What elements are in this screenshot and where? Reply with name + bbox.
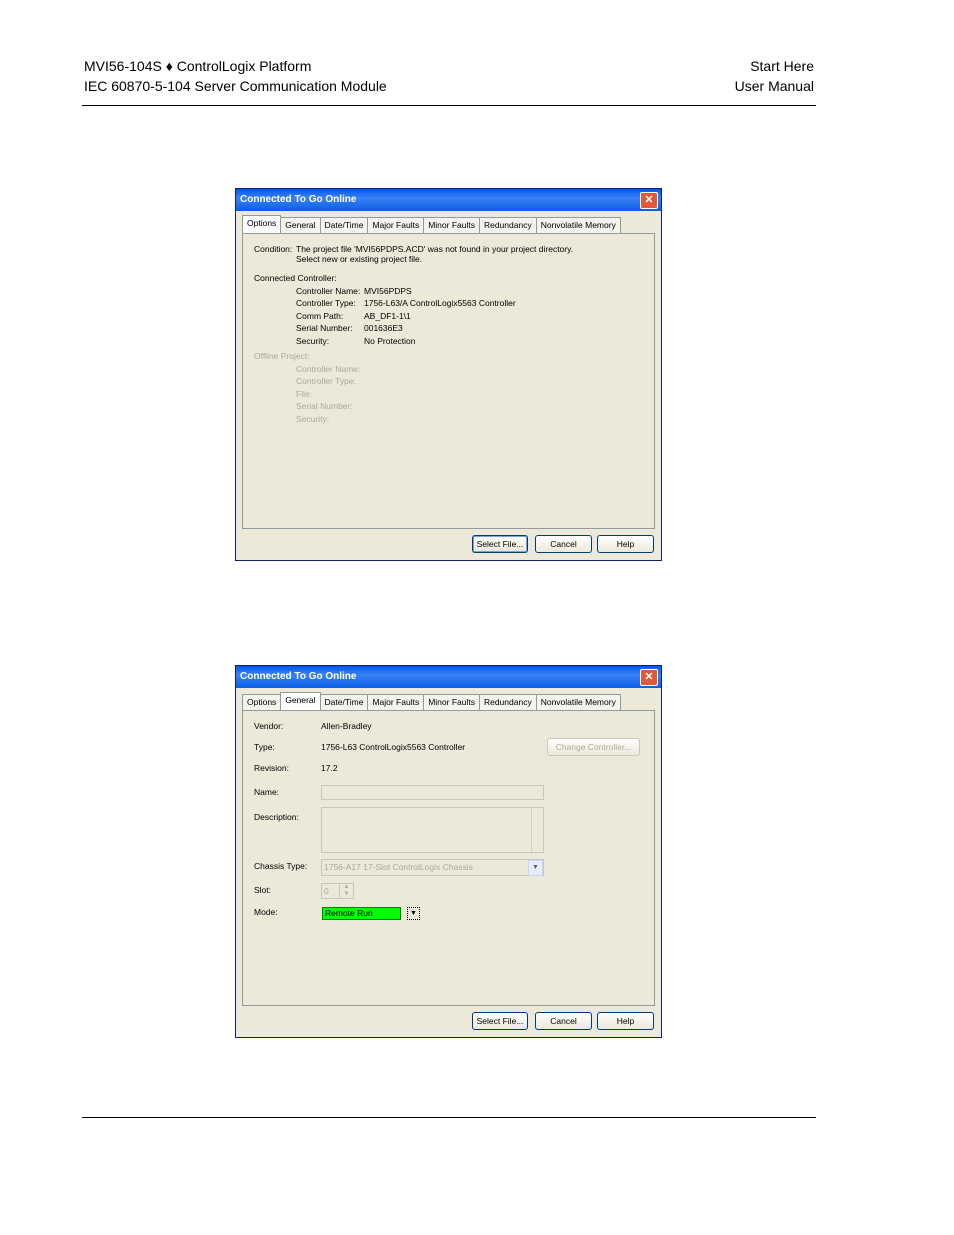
spin-arrows-icon[interactable]: ▲ ▼	[339, 884, 353, 898]
type-value: 1756-L63 ControlLogix5563 Controller	[321, 742, 466, 752]
mode-label: Mode:	[254, 907, 278, 917]
slot-value: 0	[324, 886, 329, 896]
tab-options[interactable]: Options	[242, 694, 282, 710]
page-header-left: MVI56-104S ♦ ControlLogix Platform IEC 6…	[84, 56, 387, 96]
controller-type-label: Controller Type:	[296, 298, 356, 308]
tab-general[interactable]: General	[280, 692, 321, 711]
dialog-title: Connected To Go Online	[240, 194, 357, 205]
name-field[interactable]	[321, 785, 544, 800]
slot-stepper[interactable]: 0 ▲ ▼	[321, 883, 354, 899]
controller-type-value: 1756-L63/A ControlLogix5563 Controller	[364, 298, 516, 308]
controller-name-label: Controller Name:	[296, 286, 361, 296]
dialog-titlebar: Connected To Go Online ✕	[236, 666, 661, 688]
security-value: No Protection	[364, 336, 416, 346]
slot-label: Slot:	[254, 885, 272, 895]
tab-strip: Options General Date/Time Major Faults M…	[242, 215, 621, 234]
header-manual: User Manual	[734, 78, 814, 94]
offline-controller-type-label: Controller Type:	[296, 376, 356, 386]
header-section: Start Here	[750, 58, 814, 74]
tab-general[interactable]: General	[280, 217, 321, 233]
vendor-value: Allen-Bradley	[321, 721, 372, 731]
close-icon[interactable]: ✕	[640, 192, 658, 209]
close-icon[interactable]: ✕	[640, 669, 658, 686]
offline-controller-name-label: Controller Name:	[296, 364, 361, 374]
tab-redundancy[interactable]: Redundancy	[478, 694, 537, 710]
dialog-general: Connected To Go Online ✕ Options General…	[235, 665, 662, 1038]
offline-project-label: Offline Project:	[254, 351, 310, 361]
footer-rule	[82, 1117, 816, 1118]
chassis-type-label: Chassis Type:	[254, 861, 308, 871]
tab-nonvolatile-memory[interactable]: Nonvolatile Memory	[535, 694, 621, 710]
mode-value: Remote Run	[322, 907, 401, 920]
dialog-titlebar: Connected To Go Online ✕	[236, 189, 661, 211]
chassis-type-select[interactable]: 1756-A17 17-Slot ControlLogix Chassis ▼	[321, 859, 544, 876]
tab-major-faults[interactable]: Major Faults	[367, 217, 425, 233]
header-module-line: IEC 60870-5-104 Server Communication Mod…	[84, 78, 387, 94]
select-file-button[interactable]: Select File...	[472, 535, 528, 553]
dialog-options: Connected To Go Online ✕ Options General…	[235, 188, 662, 561]
tab-redundancy[interactable]: Redundancy	[478, 217, 537, 233]
type-label: Type:	[254, 742, 275, 752]
select-file-button[interactable]: Select File...	[472, 1012, 528, 1030]
dialog-title: Connected To Go Online	[240, 671, 357, 682]
change-controller-button[interactable]: Change Controller...	[547, 738, 640, 756]
cancel-button[interactable]: Cancel	[535, 1012, 592, 1030]
header-rule	[82, 105, 816, 106]
offline-file-label: File:	[296, 389, 313, 399]
serial-number-label: Serial Number:	[296, 323, 353, 333]
mode-dropdown-icon[interactable]: ▼	[407, 907, 420, 920]
offline-security-label: Security:	[296, 414, 330, 424]
offline-serial-number-label: Serial Number:	[296, 401, 353, 411]
cancel-button[interactable]: Cancel	[535, 535, 592, 553]
header-product-line: MVI56-104S ♦ ControlLogix Platform	[84, 58, 312, 74]
condition-text-2: Select new or existing project file.	[296, 254, 423, 264]
description-field[interactable]	[321, 807, 544, 853]
vendor-label: Vendor:	[254, 721, 284, 731]
condition-label: Condition:	[254, 244, 293, 254]
security-label: Security:	[296, 336, 330, 346]
options-panel: Condition: The project file 'MVI56PDPS.A…	[242, 233, 655, 529]
comm-path-label: Comm Path:	[296, 311, 344, 321]
help-button[interactable]: Help	[597, 535, 654, 553]
tab-date-time[interactable]: Date/Time	[319, 217, 369, 233]
description-scrollbar[interactable]	[531, 808, 543, 852]
revision-label: Revision:	[254, 763, 289, 773]
general-panel: Vendor: Allen-Bradley Type: 1756-L63 Con…	[242, 710, 655, 1006]
tab-date-time[interactable]: Date/Time	[319, 694, 369, 710]
serial-number-value: 001636E3	[364, 323, 403, 333]
chassis-type-value: 1756-A17 17-Slot ControlLogix Chassis	[324, 862, 473, 872]
chevron-down-icon[interactable]: ▼	[528, 860, 543, 876]
help-button[interactable]: Help	[597, 1012, 654, 1030]
name-label: Name:	[254, 787, 280, 797]
page-header-right: Start Here User Manual	[735, 56, 814, 96]
tab-strip: Options General Date/Time Major Faults M…	[242, 692, 621, 711]
tab-nonvolatile-memory[interactable]: Nonvolatile Memory	[535, 217, 621, 233]
revision-value: 17.2	[321, 763, 338, 773]
description-label: Description:	[254, 812, 299, 822]
tab-minor-faults[interactable]: Minor Faults	[423, 217, 480, 233]
tab-major-faults[interactable]: Major Faults	[367, 694, 425, 710]
controller-name-value: MVI56PDPS	[364, 286, 412, 296]
tab-minor-faults[interactable]: Minor Faults	[423, 694, 480, 710]
tab-options[interactable]: Options	[242, 215, 282, 234]
connected-controller-label: Connected Controller:	[254, 273, 337, 283]
comm-path-value: AB_DF1-1\1	[364, 311, 411, 321]
